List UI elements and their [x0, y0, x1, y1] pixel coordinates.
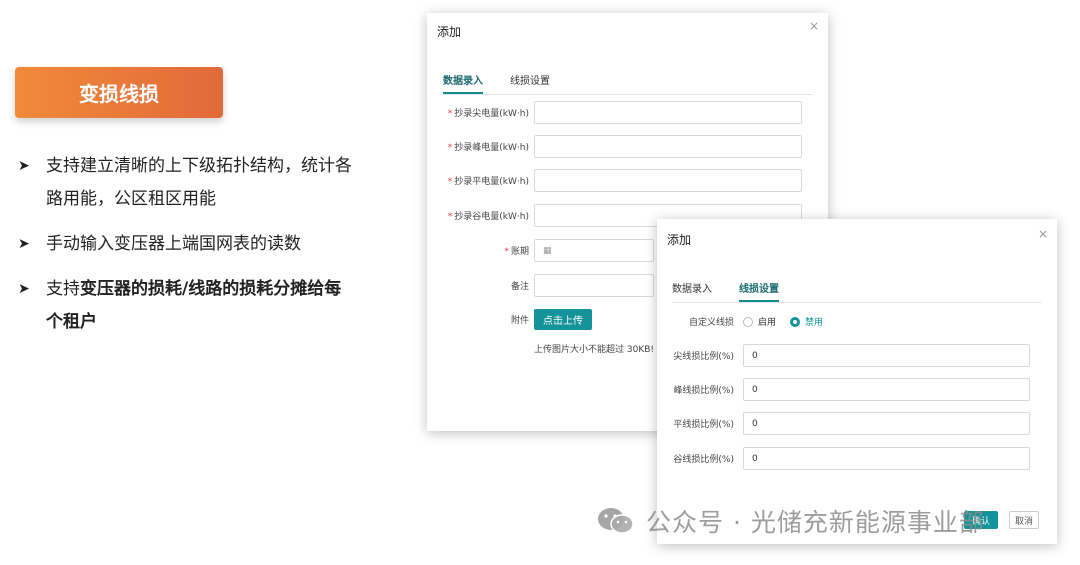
- watermark: 公众号 · 光储充新能源事业部: [596, 503, 985, 539]
- peak-energy-input[interactable]: [534, 135, 802, 158]
- field-label: * 抄录平电量(kW·h): [447, 177, 529, 187]
- feature-item: ➤ 手动输入变压器上端国网表的读数: [18, 228, 358, 261]
- custom-loss-label: 自定义线损: [688, 318, 734, 328]
- radio-disable[interactable]: 禁用: [790, 315, 823, 328]
- feature-text: 支持变压器的损耗/线路的损耗分摊给每个租户: [46, 273, 358, 339]
- form-row: 备注: [437, 274, 654, 297]
- dialog-tabs: 数据录入 线损设置: [443, 72, 813, 95]
- field-label: * 抄录峰电量(kW·h): [447, 143, 529, 153]
- form-row: 附件 点击上传: [437, 309, 592, 330]
- wechat-icon: [598, 508, 634, 534]
- tab-line-loss-settings[interactable]: 线损设置: [739, 280, 779, 302]
- radio-label: 禁用: [805, 318, 824, 328]
- tab-data-entry[interactable]: 数据录入: [672, 280, 712, 302]
- arrow-bullet-icon: ➤: [18, 281, 30, 297]
- field-label: 尖线损比例(%): [673, 352, 734, 362]
- form-row: 峰线损比例(%) 0: [667, 378, 1030, 401]
- radio-unchecked-icon: [743, 316, 753, 327]
- form-row: 平线损比例(%) 0: [667, 412, 1030, 435]
- tab-data-entry[interactable]: 数据录入: [443, 72, 483, 94]
- upload-button[interactable]: 点击上传: [534, 309, 592, 330]
- feature-text-bold: 变压器的损耗/线路的损耗分摊给每个租户: [46, 279, 342, 332]
- form-row: * 抄录峰电量(kW·h): [437, 135, 802, 158]
- field-label: * 抄录谷电量(kW·h): [447, 212, 529, 222]
- field-label: 附件: [510, 316, 529, 326]
- field-label: 平线损比例(%): [673, 420, 734, 430]
- form-row: 尖线损比例(%) 0: [667, 344, 1030, 367]
- section-badge: 变损线损: [15, 67, 223, 118]
- feature-item: ➤ 支持变压器的损耗/线路的损耗分摊给每个租户: [18, 273, 358, 339]
- form-row: * 抄录平电量(kW·h): [437, 169, 802, 192]
- dialog-title: 添加: [667, 233, 692, 247]
- field-label: * 账期: [504, 247, 529, 257]
- feature-text: 手动输入变压器上端国网表的读数: [46, 234, 301, 254]
- cancel-button[interactable]: 取消: [1009, 511, 1039, 529]
- arrow-bullet-icon: ➤: [18, 158, 30, 174]
- field-label: 峰线损比例(%): [673, 386, 734, 396]
- field-label: * 抄录尖电量(kW·h): [447, 109, 529, 119]
- radio-enable[interactable]: 启用: [743, 315, 776, 328]
- peak-sharp-energy-input[interactable]: [534, 101, 802, 124]
- field-label: 备注: [510, 282, 529, 292]
- sharp-loss-ratio-input[interactable]: 0: [743, 344, 1030, 367]
- feature-list: ➤ 支持建立清晰的上下级拓扑结构，统计各路用能，公区租区用能 ➤ 手动输入变压器…: [18, 150, 358, 351]
- close-icon[interactable]: ×: [809, 19, 819, 33]
- tab-line-loss-settings[interactable]: 线损设置: [510, 72, 550, 94]
- radio-label: 启用: [758, 318, 777, 328]
- upload-hint: 上传图片大小不能超过 30KB!: [534, 345, 654, 355]
- close-icon[interactable]: ×: [1038, 227, 1048, 241]
- custom-loss-row: 自定义线损 启用 禁用: [667, 315, 837, 328]
- feature-item: ➤ 支持建立清晰的上下级拓扑结构，统计各路用能，公区租区用能: [18, 150, 358, 216]
- billing-period-picker[interactable]: ▦: [534, 239, 654, 262]
- add-dialog-line-loss: 添加 × 数据录入 线损设置 自定义线损 启用 禁用 尖线损比例(%) 0 峰线…: [657, 219, 1057, 544]
- field-label: 谷线损比例(%): [673, 455, 734, 465]
- flat-energy-input[interactable]: [534, 169, 802, 192]
- dialog-tabs: 数据录入 线损设置: [672, 280, 1042, 303]
- dialog-title: 添加: [437, 25, 462, 39]
- valley-loss-ratio-input[interactable]: 0: [743, 447, 1030, 470]
- peak-loss-ratio-input[interactable]: 0: [743, 378, 1030, 401]
- form-row: * 账期 ▦: [437, 239, 654, 262]
- radio-checked-icon: [790, 316, 801, 327]
- flat-loss-ratio-input[interactable]: 0: [743, 412, 1030, 435]
- form-row: * 抄录尖电量(kW·h): [437, 101, 802, 124]
- calendar-icon: ▦: [543, 245, 552, 256]
- feature-text: 支持建立清晰的上下级拓扑结构，统计各路用能，公区租区用能: [46, 156, 352, 209]
- watermark-text: 公众号 · 光储充新能源事业部: [646, 508, 985, 537]
- arrow-bullet-icon: ➤: [18, 236, 30, 252]
- remark-input[interactable]: [534, 274, 654, 297]
- form-row: 谷线损比例(%) 0: [667, 447, 1030, 470]
- feature-text-prefix: 支持: [46, 279, 80, 299]
